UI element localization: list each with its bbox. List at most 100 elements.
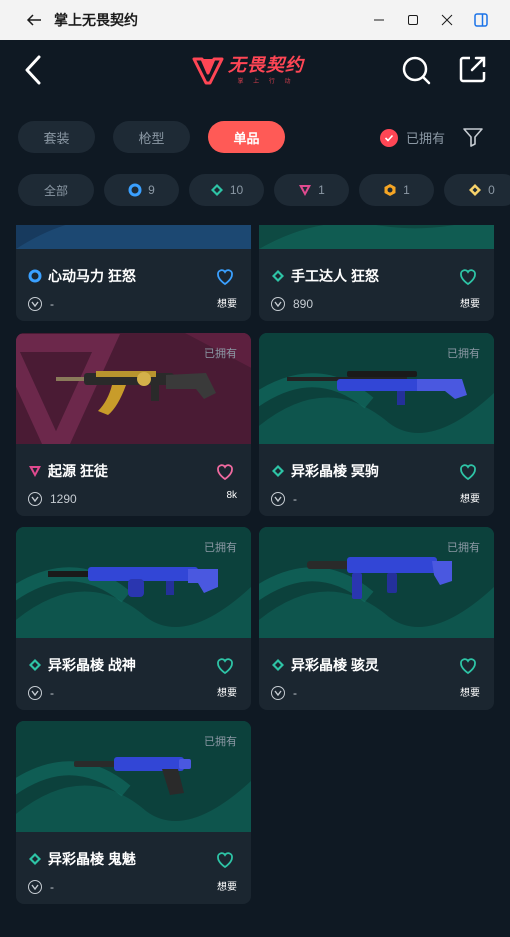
chip-premium[interactable]: 1 bbox=[274, 174, 349, 206]
app-header: 无畏契约 掌 上 行 动 bbox=[0, 40, 510, 102]
window-titlebar: 掌上无畏契约 bbox=[0, 0, 510, 40]
side-panel-icon bbox=[474, 13, 488, 27]
skin-price: - bbox=[50, 880, 54, 894]
chip-deluxe[interactable]: 10 bbox=[189, 174, 264, 206]
window-back-button[interactable] bbox=[14, 0, 54, 40]
vp-currency-icon bbox=[271, 297, 285, 311]
vp-currency-icon bbox=[28, 880, 42, 894]
tab-weapon-type[interactable]: 枪型 bbox=[113, 121, 190, 153]
skin-card[interactable]: 已拥有 异彩晶棱 冥驹 - 想要 bbox=[259, 333, 494, 516]
window-title: 掌上无畏契约 bbox=[54, 12, 138, 28]
green-diamond-icon bbox=[272, 270, 284, 282]
skin-art bbox=[16, 225, 251, 249]
skin-card[interactable]: 已拥有 异彩晶棱 战神 - 想要 bbox=[16, 527, 251, 710]
share-icon bbox=[459, 56, 486, 83]
heart-icon[interactable] bbox=[215, 267, 235, 287]
skin-name: 异彩晶棱 骇灵 bbox=[291, 657, 379, 673]
owned-tag: 已拥有 bbox=[204, 542, 237, 554]
owned-tag: 已拥有 bbox=[204, 736, 237, 748]
skin-art bbox=[259, 225, 494, 249]
heart-icon[interactable] bbox=[215, 850, 235, 870]
category-tabs: 套装 枪型 单品 bbox=[18, 121, 285, 153]
chip-all[interactable]: 全部 bbox=[18, 174, 94, 206]
vp-currency-icon bbox=[28, 297, 42, 311]
chip-count: 1 bbox=[318, 183, 325, 197]
tab-suits[interactable]: 套装 bbox=[18, 121, 95, 153]
skin-price: - bbox=[50, 297, 54, 311]
skin-price: - bbox=[50, 686, 54, 700]
skin-card[interactable]: 已拥有 异彩晶棱 骇灵 - 想要 bbox=[259, 527, 494, 710]
vp-currency-icon bbox=[271, 492, 285, 506]
rarity-chips: 全部 9 10 1 1 0 bbox=[18, 174, 510, 206]
tab-single-items[interactable]: 单品 bbox=[208, 121, 285, 153]
app-logo: 无畏契约 掌 上 行 动 bbox=[192, 52, 304, 88]
skin-art: 已拥有 bbox=[16, 333, 251, 444]
chip-ultra[interactable]: 0 bbox=[444, 174, 510, 206]
chip-exclusive[interactable]: 1 bbox=[359, 174, 434, 206]
blue-circle-icon bbox=[128, 183, 142, 197]
valorant-logo-icon bbox=[192, 57, 224, 85]
heart-icon[interactable] bbox=[215, 656, 235, 676]
filter-button[interactable] bbox=[462, 126, 484, 148]
heart-icon[interactable] bbox=[458, 656, 478, 676]
search-icon bbox=[402, 56, 431, 85]
want-count: 想要 bbox=[217, 688, 237, 699]
chip-count: 10 bbox=[229, 183, 244, 197]
owned-filter-toggle[interactable]: 已拥有 bbox=[380, 128, 445, 147]
heart-icon[interactable] bbox=[215, 462, 235, 482]
green-diamond-icon bbox=[29, 659, 41, 671]
arrow-left-icon bbox=[26, 14, 41, 26]
close-button[interactable] bbox=[430, 0, 464, 40]
chip-select[interactable]: 9 bbox=[104, 174, 179, 206]
skin-card[interactable]: 心动马力 狂怒 - 想要 bbox=[16, 225, 251, 321]
skin-art: 已拥有 bbox=[259, 333, 494, 444]
skin-price: - bbox=[293, 686, 297, 700]
heart-icon[interactable] bbox=[458, 267, 478, 287]
chip-label: 全部 bbox=[43, 183, 68, 198]
skin-card[interactable]: 已拥有 异彩晶棱 鬼魅 - 想要 bbox=[16, 721, 251, 904]
maximize-button[interactable] bbox=[396, 0, 430, 40]
green-diamond-icon bbox=[272, 659, 284, 671]
chip-count: 9 bbox=[148, 183, 155, 197]
chevron-left-icon bbox=[25, 55, 41, 85]
want-count: 想要 bbox=[217, 299, 237, 310]
owned-tag: 已拥有 bbox=[447, 348, 480, 360]
heart-icon[interactable] bbox=[458, 462, 478, 482]
side-panel-button[interactable] bbox=[464, 0, 498, 40]
skin-name: 异彩晶棱 战神 bbox=[48, 657, 136, 673]
back-button[interactable] bbox=[18, 52, 48, 88]
want-count: 8k bbox=[226, 490, 237, 501]
green-diamond-icon bbox=[210, 184, 223, 196]
skin-name: 异彩晶棱 鬼魅 bbox=[48, 851, 136, 867]
blue-circle-icon bbox=[28, 269, 42, 283]
close-icon bbox=[441, 14, 453, 26]
skin-card[interactable]: 手工达人 狂怒 890 想要 bbox=[259, 225, 494, 321]
minimize-icon bbox=[374, 19, 384, 21]
want-count: 想要 bbox=[460, 299, 480, 310]
green-diamond-icon bbox=[29, 853, 41, 865]
pink-triangle-icon bbox=[299, 185, 312, 196]
owned-tag: 已拥有 bbox=[447, 542, 480, 554]
skin-name: 异彩晶棱 冥驹 bbox=[291, 463, 379, 479]
vp-currency-icon bbox=[271, 686, 285, 700]
skin-art: 已拥有 bbox=[259, 527, 494, 638]
chip-count: 0 bbox=[488, 183, 495, 197]
share-button[interactable] bbox=[458, 54, 490, 86]
minimize-button[interactable] bbox=[362, 0, 396, 40]
skin-card[interactable]: 已拥有 起源 狂徒 1290 8k bbox=[16, 333, 251, 516]
logo-subtitle: 掌 上 行 动 bbox=[237, 79, 295, 85]
skin-art: 已拥有 bbox=[16, 721, 251, 832]
orange-hex-icon bbox=[384, 184, 396, 196]
skin-name: 心动马力 狂怒 bbox=[48, 268, 136, 284]
pink-triangle-icon bbox=[29, 466, 41, 477]
check-icon bbox=[380, 128, 398, 147]
skin-grid: 心动马力 狂怒 - 想要 手工达人 狂怒 890 想要 已拥有 起源 狂徒 12… bbox=[16, 225, 494, 937]
want-count: 想要 bbox=[460, 494, 480, 505]
owned-filter-label: 已拥有 bbox=[406, 131, 446, 146]
green-diamond-icon bbox=[272, 465, 284, 477]
skin-price: 1290 bbox=[50, 492, 77, 506]
skin-art: 已拥有 bbox=[16, 527, 251, 638]
search-button[interactable] bbox=[400, 54, 432, 86]
filter-icon bbox=[463, 128, 483, 147]
owned-tag: 已拥有 bbox=[204, 348, 237, 360]
